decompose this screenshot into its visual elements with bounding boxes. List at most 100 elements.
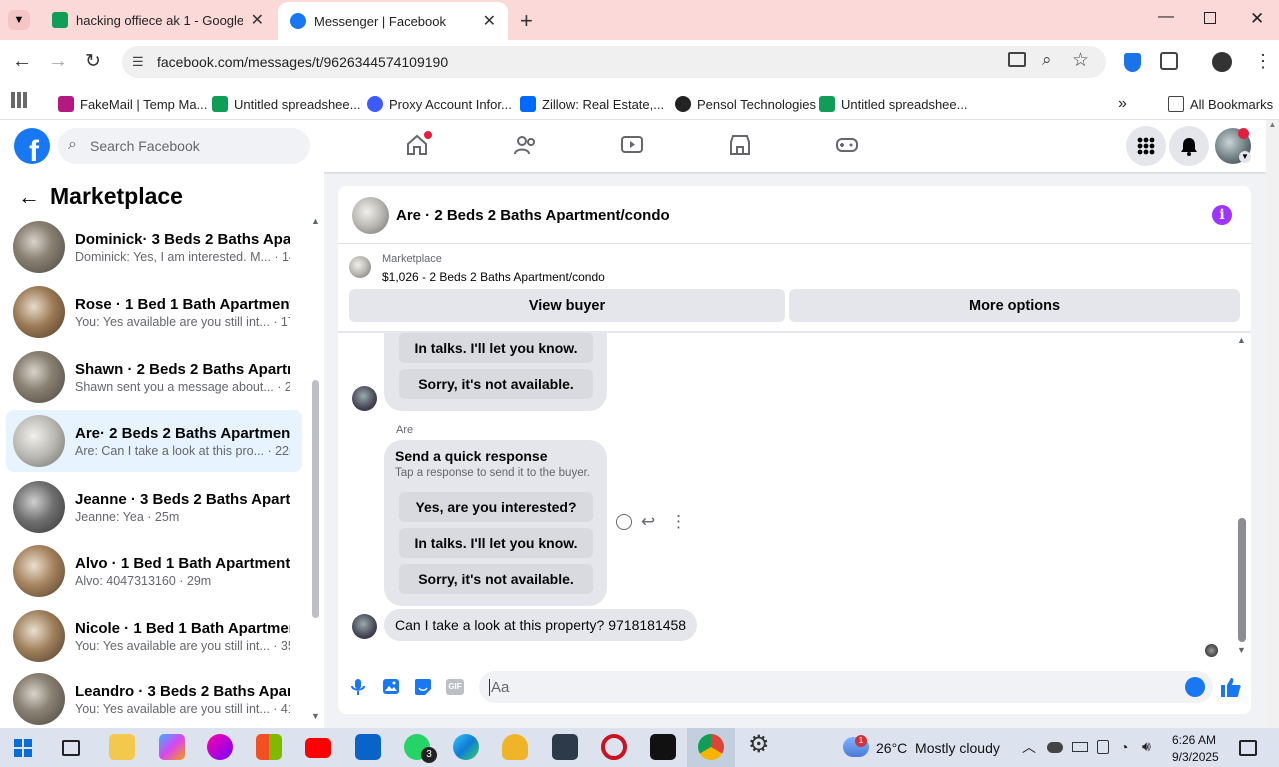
account-chevron-icon[interactable]: ▼ — [1239, 151, 1251, 163]
zoom-icon[interactable]: ⌕ — [1042, 50, 1052, 70]
conversation-item[interactable]: Dominick· 3 Beds 2 Baths Apart...Dominic… — [6, 216, 302, 278]
gaming-icon[interactable] — [835, 133, 859, 157]
notifications-button[interactable] — [1169, 126, 1209, 166]
edge-icon[interactable] — [453, 734, 479, 760]
chat-title[interactable]: Are · 2 Beds 2 Baths Apartment/condo — [396, 207, 670, 224]
bookmarks-overflow-icon[interactable]: » — [1118, 90, 1127, 118]
video-icon[interactable] — [620, 133, 644, 157]
reload-icon[interactable]: ↻ — [85, 50, 101, 73]
conversation-item[interactable]: Shawn · 2 Beds 2 Baths Apartm... Shawn se… — [6, 346, 302, 408]
settings-gear-icon[interactable]: ⚙ — [748, 733, 770, 757]
wifi-icon[interactable]: ◔ — [1120, 739, 1128, 755]
sidebar-scroll-up-icon[interactable]: ▲ — [311, 216, 320, 226]
weather-text[interactable]: 26°C Mostly cloudy — [876, 740, 1000, 756]
forward-icon[interactable]: → — [48, 50, 68, 73]
windows-start-icon[interactable] — [14, 739, 32, 757]
sticker-icon[interactable] — [414, 678, 432, 696]
close-window-icon[interactable]: ✕ — [1250, 9, 1264, 29]
page-scrollbar[interactable]: ▲ — [1266, 120, 1279, 728]
chrome-icon[interactable] — [698, 734, 724, 760]
volume-icon[interactable]: 🔊︎ — [1142, 738, 1151, 755]
bookmark-spreadsheet-2[interactable]: Untitled spreadshee... — [819, 90, 967, 118]
microphone-icon[interactable] — [350, 678, 366, 696]
quick-option-in-talks[interactable]: In talks. I'll let you know. — [399, 333, 593, 363]
clock-date[interactable]: 9/3/2025 — [1172, 750, 1219, 764]
message-more-icon[interactable]: ⋮ — [670, 513, 687, 530]
close-tab-icon[interactable]: ✕ — [483, 11, 496, 31]
app-dark-icon[interactable] — [552, 734, 578, 760]
close-tab-icon[interactable]: ✕ — [251, 10, 264, 30]
app-icon[interactable] — [207, 734, 233, 760]
conversation-item[interactable]: Nicole · 1 Bed 1 Bath Apartment...You: Y… — [6, 605, 302, 667]
sidebar-scrollbar[interactable] — [312, 380, 319, 618]
friends-icon[interactable] — [513, 133, 537, 157]
bookmark-star-icon[interactable]: ☆ — [1072, 49, 1089, 72]
view-buyer-button[interactable]: View buyer — [349, 289, 785, 322]
conversation-item[interactable]: Rose · 1 Bed 1 Bath Apartment/c...You: Y… — [6, 281, 302, 343]
bookmark-zillow[interactable]: Zillow: Real Estate,... — [520, 90, 664, 118]
bookmark-pensol[interactable]: Pensol Technologies — [675, 90, 816, 118]
message-input[interactable]: Aa — [479, 671, 1213, 703]
conversation-item-active[interactable]: Are· 2 Beds 2 Baths Apartment/... Are: Ca… — [6, 410, 302, 472]
tiktok-icon[interactable] — [650, 734, 676, 760]
browser-menu-icon[interactable]: ⋮ — [1254, 52, 1272, 70]
tray-device-icon[interactable] — [1097, 740, 1109, 754]
copilot-icon[interactable] — [159, 734, 185, 760]
install-icon[interactable] — [1008, 52, 1026, 67]
tray-chevron-icon[interactable]: ︿ — [1022, 737, 1036, 757]
conversation-item[interactable]: Alvo · 1 Bed 1 Bath Apartment/c...Alvo: … — [6, 540, 302, 602]
chat-scrollbar[interactable] — [1238, 518, 1246, 642]
chat-scroll-down-icon[interactable]: ▼ — [1237, 645, 1246, 655]
emoji-icon[interactable] — [1185, 677, 1205, 697]
marketplace-icon[interactable] — [728, 133, 752, 157]
chat-scroll-up-icon[interactable]: ▲ — [1237, 335, 1246, 345]
notification-center-icon[interactable] — [1239, 740, 1257, 756]
bookmark-fakemail[interactable]: FakeMail | Temp Ma... — [58, 90, 207, 118]
react-emoji-icon[interactable] — [616, 514, 632, 530]
info-icon[interactable]: i — [1212, 205, 1232, 225]
back-icon[interactable]: ← — [12, 50, 32, 73]
like-icon[interactable] — [1220, 676, 1242, 698]
outlook-icon[interactable] — [355, 734, 381, 760]
quick-option-not-available[interactable]: Sorry, it's not available. — [399, 564, 593, 594]
profile-avatar[interactable] — [1212, 52, 1232, 72]
facebook-logo[interactable]: f — [14, 128, 50, 167]
tray-battery-icon[interactable] — [1072, 742, 1088, 752]
task-view-icon[interactable] — [62, 740, 80, 756]
facebook-search-input[interactable]: ⌕ Search Facebook — [58, 128, 310, 164]
youtube-icon[interactable] — [305, 738, 331, 758]
address-bar[interactable]: ☰ facebook.com/messages/t/96263445741091… — [122, 46, 1106, 78]
badge-app-icon[interactable] — [502, 734, 528, 760]
bookmark-spreadsheet-1[interactable]: Untitled spreadshee... — [212, 90, 360, 118]
photo-icon[interactable] — [382, 678, 400, 695]
conversation-item[interactable]: Jeanne · 3 Beds 2 Baths Apartm...Jeanne:… — [6, 476, 302, 538]
extension-shield-icon[interactable] — [1124, 53, 1141, 72]
quick-option-interested[interactable]: Yes, are you interested? — [399, 492, 593, 522]
extensions-puzzle-icon[interactable] — [1160, 52, 1178, 70]
conversation-item[interactable]: Leandro · 3 Beds 2 Baths Apart... You: Ye… — [6, 670, 302, 728]
apps-grid-icon[interactable] — [11, 92, 27, 108]
tab-list-dropdown-icon[interactable]: ▼ — [8, 10, 30, 30]
reply-icon[interactable]: ↩ — [641, 512, 655, 532]
bookmark-proxy-account[interactable]: Proxy Account Infor... — [367, 90, 512, 118]
clock-time[interactable]: 6:26 AM — [1172, 733, 1216, 747]
site-info-icon[interactable]: ☰ — [132, 54, 144, 70]
more-options-button[interactable]: More options — [789, 289, 1240, 322]
opera-icon[interactable] — [601, 734, 627, 760]
all-bookmarks[interactable]: All Bookmarks — [1168, 90, 1273, 118]
listing-title[interactable]: $1,026 - 2 Beds 2 Baths Apartment/condo — [382, 270, 605, 284]
chat-listing-thumbnail[interactable] — [352, 197, 389, 234]
back-arrow-icon[interactable]: ← — [18, 184, 40, 210]
sidebar-scroll-down-icon[interactable]: ▼ — [311, 711, 320, 721]
tray-cloud-icon[interactable] — [1047, 742, 1063, 753]
quick-option-not-available[interactable]: Sorry, it's not available. — [399, 369, 593, 399]
quick-option-in-talks[interactable]: In talks. I'll let you know. — [399, 528, 593, 558]
gif-icon[interactable]: GIF — [446, 679, 464, 695]
tab-messenger[interactable]: Messenger | Facebook ✕ — [278, 2, 508, 40]
minimize-icon[interactable]: — — [1158, 8, 1174, 26]
store-icon[interactable] — [256, 734, 282, 760]
restore-icon[interactable] — [1204, 12, 1216, 24]
menu-grid-button[interactable] — [1126, 126, 1166, 166]
buyer-message-bubble[interactable]: Can I take a look at this property? 9718… — [384, 609, 698, 641]
new-tab-button[interactable]: + — [520, 8, 533, 34]
